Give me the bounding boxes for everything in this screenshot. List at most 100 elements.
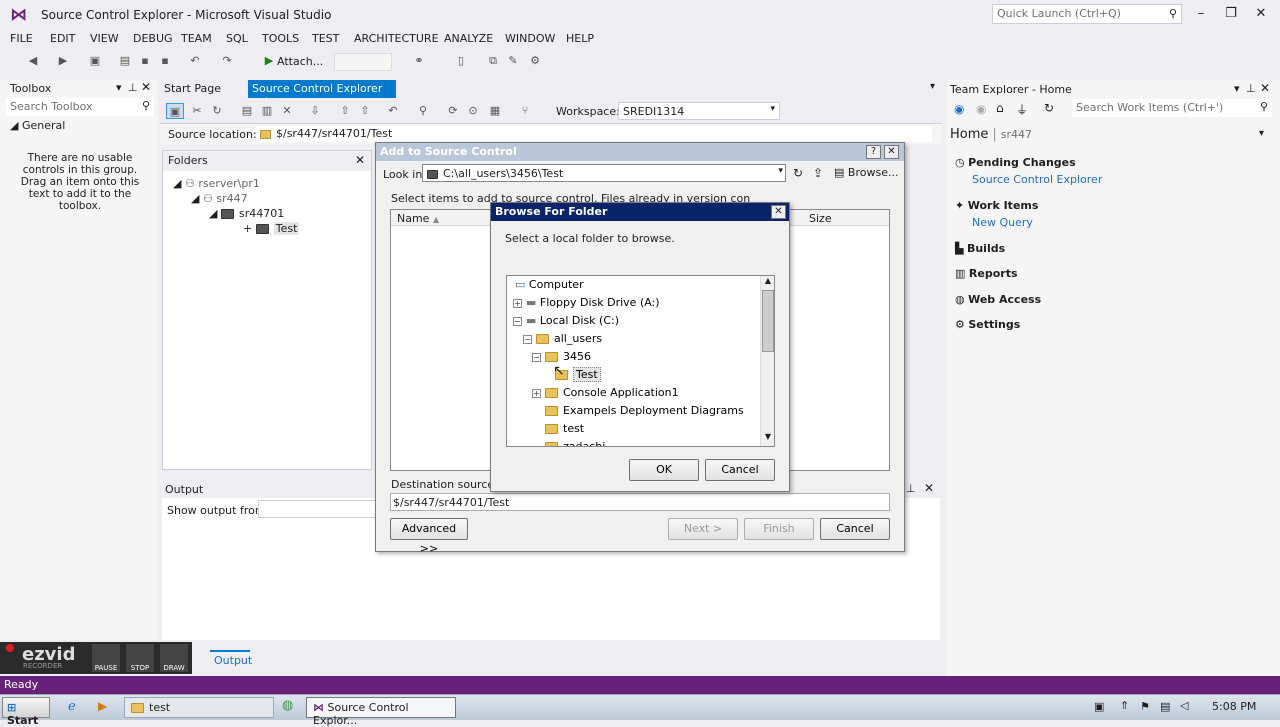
close-icon[interactable]: ✕ [141, 80, 151, 94]
config-dropdown[interactable] [334, 53, 392, 71]
restore-button[interactable]: ❐ [1216, 4, 1246, 24]
close-button[interactable]: ✕ [771, 205, 786, 219]
web-access-section[interactable]: ◍ Web Access [955, 293, 1041, 306]
menu-file[interactable]: FILE [10, 32, 33, 45]
scroll-thumb[interactable] [762, 290, 774, 352]
tree-item-computer[interactable]: ▭ Computer [515, 278, 584, 291]
workspace-dropdown[interactable]: SREDI1314 ▾ [618, 102, 780, 120]
scroll-down-icon[interactable]: ▼ [762, 432, 774, 444]
tree-item-console-app[interactable]: + Console Application1 [532, 386, 679, 399]
draw-button[interactable]: DRAW [160, 644, 188, 672]
comment-icon[interactable]: ▯ [452, 53, 470, 69]
col-name-header[interactable]: Name ▲ [397, 212, 439, 225]
tab-overflow-icon[interactable]: ▾ [930, 81, 935, 92]
browse-button[interactable]: ▤ Browse... [834, 166, 898, 179]
tree-item-test[interactable]: test [545, 422, 584, 435]
flag-icon[interactable]: ⚑ [1140, 700, 1150, 713]
media-player-icon[interactable]: ▶ [98, 699, 107, 713]
tree-item-test[interactable]: + Test [243, 222, 300, 235]
tree-item-server[interactable]: ◢ ⚇ rserver\pr1 [173, 177, 260, 190]
menu-window[interactable]: WINDOW [505, 32, 555, 45]
branch-icon[interactable]: ⑂ [516, 103, 534, 119]
clock[interactable]: 5:08 PM [1212, 700, 1256, 713]
new-folder-icon[interactable]: ▣ [166, 103, 184, 119]
view-history-icon[interactable]: ⊙ [464, 103, 482, 119]
dropdown-icon[interactable]: ▾ [1234, 82, 1240, 95]
compare-icon[interactable]: ⚲ [414, 103, 432, 119]
menu-architecture[interactable]: ARCHITECTURE [354, 32, 439, 45]
quick-launch-input[interactable]: Quick Launch (Ctrl+Q) ⚲ [992, 4, 1182, 24]
tab-start-page[interactable]: Start Page [160, 80, 225, 98]
finish-button[interactable]: Finish [744, 518, 814, 540]
refresh-icon[interactable]: ↻ [208, 103, 226, 119]
checkin-icon[interactable]: ⇧ [356, 103, 374, 119]
tree-item-local-disk[interactable]: − ▬ Local Disk (C:) [513, 314, 619, 327]
advanced-button[interactable]: Advanced >> [390, 518, 468, 555]
ok-button[interactable]: OK [629, 459, 699, 481]
tree-item-zadachi[interactable]: zadachi [545, 440, 605, 446]
taskbar-vs-button[interactable]: ⋈ Source Control Explor... [306, 697, 456, 727]
pin-icon[interactable]: ✎ [504, 53, 522, 69]
undo-icon[interactable]: ↶ [186, 53, 204, 69]
delete-icon[interactable]: ✂ [188, 103, 206, 119]
shelve-icon[interactable]: ▦ [486, 103, 504, 119]
folder-tree[interactable]: ▭ Computer + ▬ Floppy Disk Drive (A:) − ▬ … [506, 275, 775, 447]
network-icon[interactable]: ▤ [1160, 700, 1170, 713]
find-icon[interactable]: ⚭ [410, 53, 428, 69]
toolbox-group-general[interactable]: ◢ General [10, 119, 65, 132]
folder-tree-scrollbar[interactable]: ▲ ▼ [760, 276, 774, 446]
menu-debug[interactable]: DEBUG [133, 32, 173, 45]
home-icon[interactable]: ⌂ [996, 101, 1004, 115]
window-icon[interactable]: ⧉ [484, 53, 502, 69]
tree-item-exampels[interactable]: Exampels Deployment Diagrams [545, 404, 744, 417]
collapse-icon[interactable]: − [532, 352, 541, 362]
work-items-section[interactable]: ✦ Work Items [955, 199, 1038, 212]
source-location-input[interactable]: $/sr447/sr44701/Test [256, 126, 932, 142]
collapse-icon[interactable]: − [513, 316, 522, 326]
settings-section[interactable]: ⚙ Settings [955, 318, 1020, 331]
cancel-button[interactable]: Cancel [705, 459, 775, 481]
menu-view[interactable]: VIEW [90, 32, 119, 45]
pause-button[interactable]: PAUSE [92, 644, 120, 672]
new-query-link[interactable]: New Query [972, 216, 1033, 229]
look-in-combobox[interactable]: C:\all_users\3456\Test ▾ [422, 164, 786, 182]
menu-edit[interactable]: EDIT [50, 32, 75, 45]
toolbox-search-input[interactable]: Search Toolbox ⚲ [6, 98, 154, 116]
search-work-items-input[interactable]: Search Work Items (Ctrl+') ⚲ [1072, 99, 1272, 117]
close-icon[interactable]: ✕ [355, 153, 365, 167]
start-debug-icon[interactable]: ▶ [260, 53, 278, 69]
back-icon[interactable]: ◉ [954, 102, 964, 116]
menu-sql[interactable]: SQL [226, 32, 248, 45]
close-button[interactable]: ✕ [1246, 4, 1276, 24]
extra-icon[interactable]: ⚙ [526, 53, 544, 69]
destination-input[interactable]: $/sr447/sr44701/Test [390, 493, 890, 511]
menu-test[interactable]: TEST [312, 32, 339, 45]
add-files-icon[interactable]: ▤ [238, 103, 256, 119]
volume-icon[interactable]: ◁ [1180, 699, 1188, 712]
menu-team[interactable]: TEAM [181, 32, 212, 45]
refresh-icon[interactable]: ↻ [1044, 101, 1054, 115]
minimize-button[interactable]: – [1186, 4, 1216, 24]
close-button[interactable]: ✕ [884, 145, 899, 159]
menu-analyze[interactable]: ANALYZE [444, 32, 493, 45]
reports-section[interactable]: ▥ Reports [955, 267, 1018, 280]
expand-icon[interactable]: + [513, 298, 522, 308]
back-icon[interactable]: ◀ [24, 53, 42, 69]
builds-section[interactable]: ▙ Builds [955, 242, 1005, 255]
chevron-down-icon[interactable]: ▾ [1259, 128, 1264, 139]
history-icon[interactable]: ⟳ [444, 103, 462, 119]
up-folder-icon[interactable]: ⇪ [813, 166, 823, 180]
connect-icon[interactable]: ⏚ [1016, 101, 1028, 118]
forward-icon[interactable]: ◉ [976, 102, 986, 116]
tree-item-sr44701[interactable]: ◢ sr44701 [209, 207, 284, 220]
next-button[interactable]: Next > [668, 518, 738, 540]
tray-icon[interactable]: ▣ [1094, 700, 1104, 713]
expand-icon[interactable]: + [532, 388, 541, 398]
menu-tools[interactable]: TOOLS [262, 32, 299, 45]
attach-button[interactable]: Attach... [277, 55, 323, 68]
remove-icon[interactable]: ✕ [278, 103, 296, 119]
chrome-icon[interactable]: ◍ [282, 698, 293, 713]
collapse-icon[interactable]: − [523, 334, 532, 344]
scroll-up-icon[interactable]: ▲ [762, 276, 774, 288]
tree-item-all-users[interactable]: − all_users [523, 332, 602, 345]
